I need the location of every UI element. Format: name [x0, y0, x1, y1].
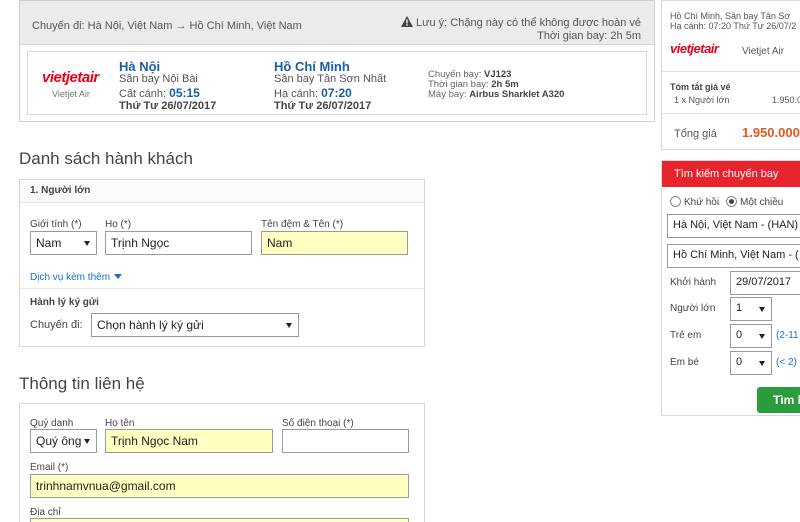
chevron-down-icon [286, 323, 292, 328]
roundtrip-label: Khứ hồi [684, 197, 720, 208]
address-label: Địa chỉ [30, 507, 61, 518]
total-label: Tổng giá [674, 128, 717, 140]
fullname-input[interactable]: Trịnh Ngọc Nam [105, 429, 273, 453]
divider [662, 71, 800, 72]
chevron-down-icon [759, 307, 765, 312]
baggage-select[interactable]: Chọn hành lý ký gửi [91, 313, 299, 337]
oneway-label: Một chiều [740, 197, 784, 208]
depart-city: Hà Nội [119, 59, 161, 74]
depart-time-line: Cất cánh: 05:15 [119, 86, 200, 100]
arrive-city: Hồ Chí Minh [274, 59, 350, 74]
notice-text: Lưu ý: Chặng này có thể không được hoàn … [416, 17, 641, 29]
flight-card: vietjetair Vietjet Air Hà Nội Sân bay Nộ… [27, 51, 647, 115]
aircraft-value: Airbus Sharklet A320 [469, 89, 565, 100]
arrive-date: Thứ Tư 26/07/2017 [274, 100, 372, 112]
chevron-down-icon [84, 439, 90, 444]
adult-select[interactable]: 1 [730, 297, 772, 321]
infant-select[interactable]: 0 [730, 351, 772, 375]
baggage-select-value: Chọn hành lý ký gửi [97, 318, 204, 332]
chevron-down-icon [759, 361, 765, 366]
depart-time: 05:15 [169, 86, 200, 100]
email-label: Email (*) [30, 462, 69, 473]
chevron-down-icon [759, 334, 765, 339]
infant-label: Em bé [670, 357, 699, 368]
arrive-airport: Sân bay Tân Sơn Nhất [274, 73, 387, 85]
email-input[interactable]: trinhnamvnua@gmail.com [30, 474, 409, 498]
arrive-time: 07:20 [321, 86, 352, 100]
salutation-select[interactable]: Quý ông [30, 429, 97, 453]
vietjet-logo: vietjetair [670, 41, 719, 56]
summary-route-line1: Hồ Chí Minh, Sân bay Tân Sơ [670, 11, 791, 21]
baggage-title: Hành lý ký gửi [30, 297, 99, 308]
depart-date-input[interactable]: 29/07/2017 [730, 271, 800, 295]
arrive-time-line: Hạ cánh: 07:20 [274, 86, 352, 100]
flight-duration-header: Thời gian bay: 2h 5m [537, 30, 641, 42]
aircraft-label: Máy bay: [428, 89, 467, 100]
origin-input[interactable]: Hà Nội, Việt Nam - (HAN) [667, 214, 800, 238]
summary-route-line2: Hạ cánh: 07:20 Thứ Tư 26/07/2 [670, 21, 797, 31]
child-label: Trẻ em [670, 330, 702, 341]
route-text: Chuyến đi: Hà Nội, Việt Nam → Hồ Chí Min… [32, 20, 302, 32]
gender-select[interactable]: Nam [30, 231, 97, 255]
depart-date: Thứ Tư 26/07/2017 [119, 100, 217, 112]
lastname-input[interactable]: Trịnh Ngọc [105, 231, 252, 255]
infant-value: 0 [736, 356, 743, 368]
lastname-label: Họ (*) [105, 219, 132, 230]
flight-search-panel: Tìm kiếm chuyến bay Khứ hồi Một chiều Hà… [661, 160, 800, 416]
airline-name: Vietjet Air [52, 89, 90, 99]
firstname-input[interactable]: Nam [261, 231, 408, 255]
firstname-label: Tên đệm & Tên (*) [261, 219, 344, 230]
depart-airport: Sân bay Nội Bài [119, 73, 198, 85]
phone-input[interactable] [282, 429, 409, 453]
depart-date-label: Khởi hành [670, 277, 717, 288]
divider [662, 113, 800, 114]
flight-details-box: Chuyến đi: Hà Nội, Việt Nam → Hồ Chí Min… [19, 0, 655, 122]
chevron-down-icon [114, 274, 123, 279]
chevron-down-icon [84, 241, 90, 246]
roundtrip-radio[interactable] [670, 196, 681, 207]
vietjet-logo: vietjetair [42, 69, 99, 86]
search-title: Tìm kiếm chuyến bay [662, 161, 800, 187]
passenger-panel-title: 1. Người lớn [20, 180, 424, 203]
child-select[interactable]: 0 [730, 324, 772, 348]
depart-label: Cất cánh: [119, 88, 167, 100]
fare-title: Tóm tắt giá vé [670, 82, 731, 92]
destination-input[interactable]: Hồ Chí Minh, Việt Nam - ( [667, 244, 800, 268]
gender-label: Giới tính (*) [30, 219, 82, 230]
search-button[interactable]: Tìm k [757, 387, 800, 413]
oneway-radio[interactable] [726, 196, 737, 207]
baggage-trip-label: Chuyến đi: [30, 319, 83, 331]
arrive-label: Hạ cánh: [274, 88, 319, 100]
extra-services-link[interactable]: Dịch vụ kèm thêm [30, 272, 123, 283]
child-value: 0 [736, 329, 743, 341]
flight-header: Chuyến đi: Hà Nội, Việt Nam → Hồ Chí Min… [20, 1, 654, 45]
gender-value: Nam [36, 236, 62, 250]
summary-airline: Vietjet Air [742, 46, 785, 57]
child-age-hint: (2-11 [776, 330, 799, 341]
booking-summary: Hồ Chí Minh, Sân bay Tân Sơ Hạ cánh: 07:… [661, 0, 800, 150]
fullname-label: Họ tên [105, 418, 135, 429]
passengers-title: Danh sách hành khách [19, 149, 193, 168]
extra-services-label: Dịch vụ kèm thêm [30, 272, 111, 283]
fare-item-value: 1.950.0 [772, 95, 800, 105]
contact-title: Thông tin liên hệ [19, 374, 145, 393]
adult-label: Người lớn [670, 303, 716, 314]
address-input[interactable] [30, 518, 409, 522]
contact-panel: Quý danh Quý ông Họ tên Trịnh Ngọc Nam S… [19, 403, 425, 522]
warning-icon [401, 16, 414, 27]
salutation-value: Quý ông [36, 434, 82, 448]
divider [20, 288, 424, 289]
salutation-label: Quý danh [30, 418, 74, 429]
fare-item: 1 x Người lớn [674, 95, 730, 105]
flight-info: Chuyến bay: VJ123 Thời gian bay: 2h 5m M… [428, 70, 564, 100]
infant-age-hint: (< 2) [776, 357, 797, 368]
phone-label: Số điện thoại (*) [282, 418, 354, 429]
adult-value: 1 [736, 302, 743, 314]
passenger-panel: 1. Người lớn Giới tính (*) Nam Họ (*) Tr… [19, 179, 425, 347]
refund-notice: Lưu ý: Chặng này có thể không được hoàn … [401, 15, 641, 43]
total-value: 1.950.000 [742, 125, 800, 140]
